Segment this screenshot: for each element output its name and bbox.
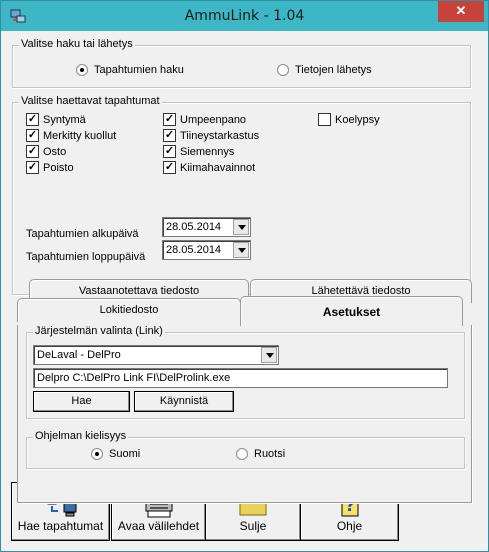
tab-label: Vastaanotettava tiedosto — [78, 285, 200, 297]
checkbox: ✓ — [163, 145, 176, 158]
radio-dot — [76, 64, 88, 76]
end-date-picker[interactable]: 28.05.2014 — [162, 240, 251, 260]
tab-log-file[interactable]: Lokitiedosto — [17, 298, 241, 322]
tab-label: Lähetettävä tiedosto — [311, 285, 411, 297]
check-label: Poisto — [43, 161, 74, 174]
events-group: Valitse haettavat tapahtumat ✓ Syntymä ✓… — [12, 95, 471, 295]
tab-settings[interactable]: Asetukset — [240, 296, 463, 326]
check-label: Umpeenpano — [180, 113, 247, 126]
check-osto[interactable]: ✓ Osto — [26, 145, 66, 158]
radio-label: Suomi — [109, 448, 141, 460]
radio-dot — [236, 448, 248, 460]
check-siemennys[interactable]: ✓ Siemennys — [163, 145, 234, 158]
system-group-legend: Järjestelmän valinta (Link) — [33, 325, 165, 337]
radio-dot — [91, 448, 103, 460]
check-label: Siemennys — [180, 145, 235, 158]
checkbox — [318, 113, 331, 126]
system-select[interactable]: DeLaval - DelPro — [33, 345, 279, 365]
radio-label: Tapahtumien haku — [94, 64, 184, 76]
checkbox: ✓ — [26, 145, 39, 158]
check-label: Osto — [43, 145, 67, 158]
search-button[interactable]: Hae — [33, 391, 130, 412]
close-button[interactable]: ✕ — [438, 1, 484, 22]
checkbox: ✓ — [26, 161, 39, 174]
checkbox: ✓ — [163, 129, 176, 142]
check-label: Merkitty kuollut — [43, 129, 117, 142]
radio-finnish[interactable]: Suomi — [91, 448, 140, 460]
checkbox: ✓ — [26, 113, 39, 126]
language-group: Ohjelman kielisyys Suomi Ruotsi — [26, 430, 465, 469]
check-label: Kiimahavainnot — [180, 161, 256, 174]
button-label: Hae — [71, 395, 92, 407]
chevron-down-icon[interactable] — [261, 347, 277, 363]
check-label: Tiineystarkastus — [180, 129, 260, 142]
title-bar[interactable]: AmmuLink - 1.04 ✕ — [1, 1, 488, 31]
radio-event-search[interactable]: Tapahtumien haku — [76, 64, 184, 76]
radio-label: Tietojen lähetys — [295, 64, 372, 76]
tab-label: Asetukset — [322, 305, 381, 319]
check-label: Syntymä — [43, 113, 86, 126]
check-tiineystarkastus[interactable]: ✓ Tiineystarkastus — [163, 129, 259, 142]
path-value: Delpro C:\DelPro Link FI\DelProlink.exe — [37, 372, 231, 384]
radio-data-send[interactable]: Tietojen lähetys — [277, 64, 372, 76]
start-date-label: Tapahtumien alkupäivä — [26, 228, 139, 240]
checkbox: ✓ — [163, 113, 176, 126]
tab-label: Lokitiedosto — [99, 304, 159, 316]
checkbox: ✓ — [163, 161, 176, 174]
chevron-down-icon[interactable] — [233, 219, 249, 235]
radio-label: Ruotsi — [254, 448, 286, 460]
start-button[interactable]: Käynnistä — [134, 391, 234, 412]
end-date-value: 28.05.2014 — [166, 244, 222, 256]
button-label: Avaa välilehdet — [117, 519, 200, 533]
events-group-legend: Valitse haettavat tapahtumat — [19, 95, 162, 107]
checkbox: ✓ — [26, 129, 39, 142]
check-merkitty-kuollut[interactable]: ✓ Merkitty kuollut — [26, 129, 116, 142]
path-input[interactable]: Delpro C:\DelPro Link FI\DelProlink.exe — [33, 368, 448, 388]
end-date-label: Tapahtumien loppupäivä — [26, 251, 146, 263]
system-select-value: DeLaval - DelPro — [37, 349, 121, 361]
main-window: AmmuLink - 1.04 ✕ Valitse haku tai lähet… — [0, 0, 489, 552]
check-kiimahavainnot[interactable]: ✓ Kiimahavainnot — [163, 161, 255, 174]
chevron-down-icon[interactable] — [233, 242, 249, 258]
check-poisto[interactable]: ✓ Poisto — [26, 161, 74, 174]
system-group: Järjestelmän valinta (Link) DeLaval - De… — [26, 325, 465, 419]
window-title: AmmuLink - 1.04 — [184, 8, 305, 24]
mode-group-legend: Valitse haku tai lähetys — [19, 38, 135, 50]
start-date-picker[interactable]: 28.05.2014 — [162, 217, 251, 237]
button-label: Sulje — [239, 519, 267, 533]
check-syntyma[interactable]: ✓ Syntymä — [26, 113, 86, 126]
language-group-legend: Ohjelman kielisyys — [33, 430, 129, 442]
button-label: Käynnistä — [159, 395, 209, 407]
button-label: Hae tapahtumat — [17, 519, 104, 533]
settings-panel: Järjestelmän valinta (Link) DeLaval - De… — [17, 325, 472, 503]
content-area: Valitse haku tai lähetys Tapahtumien hak… — [9, 32, 480, 545]
mode-group: Valitse haku tai lähetys Tapahtumien hak… — [12, 38, 471, 88]
button-label: Ohje — [336, 519, 363, 533]
check-umpeenpano[interactable]: ✓ Umpeenpano — [163, 113, 246, 126]
check-label: Koelypsy — [335, 113, 380, 126]
radio-swedish[interactable]: Ruotsi — [236, 448, 285, 460]
check-koelypsy[interactable]: Koelypsy — [318, 113, 380, 126]
radio-dot — [277, 64, 289, 76]
start-date-value: 28.05.2014 — [166, 221, 222, 233]
